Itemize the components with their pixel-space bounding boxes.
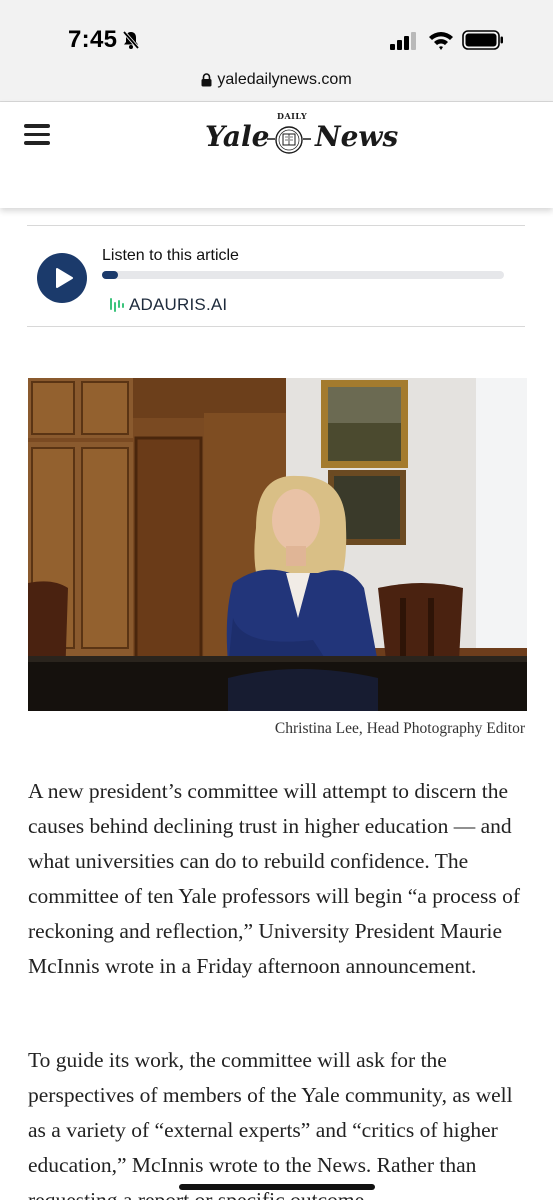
status-bar: 7:45 — [0, 0, 553, 66]
browser-url-bar[interactable]: yaledailynews.com — [0, 66, 553, 102]
logo-text-yale: Yale — [205, 120, 270, 153]
article-paragraph: A new president’s committee will attempt… — [28, 779, 520, 978]
listen-label: Listen to this article — [102, 247, 239, 264]
play-button[interactable] — [37, 253, 87, 303]
logo-seal-icon — [267, 126, 311, 154]
cellular-signal-icon — [390, 32, 416, 50]
logo-text-news: News — [315, 120, 399, 153]
site-header: Yale DAILY News — [0, 102, 553, 208]
audio-progress-bar[interactable] — [102, 271, 504, 279]
site-logo[interactable]: Yale DAILY News — [193, 110, 398, 158]
status-time: 7:45 — [68, 26, 118, 53]
lock-icon — [201, 73, 212, 87]
url-text[interactable]: yaledailynews.com — [217, 71, 351, 89]
home-indicator[interactable] — [179, 1184, 375, 1190]
battery-icon — [462, 30, 503, 50]
logo-text-daily: DAILY — [277, 111, 308, 121]
adauris-brand-label[interactable]: ADAURIS.AI — [129, 295, 227, 315]
soundwave-icon — [110, 298, 124, 312]
divider — [27, 326, 525, 327]
article-photo — [28, 378, 527, 711]
bell-slash-icon — [122, 30, 140, 50]
audio-progress-fill — [102, 271, 119, 279]
article-paragraph: To guide its work, the committee will as… — [28, 1048, 513, 1200]
photo-caption: Christina Lee, Head Photography Editor — [274, 720, 525, 737]
wifi-icon — [429, 32, 453, 50]
hamburger-menu-icon[interactable] — [24, 124, 50, 146]
divider — [27, 225, 525, 226]
play-icon — [56, 268, 73, 288]
